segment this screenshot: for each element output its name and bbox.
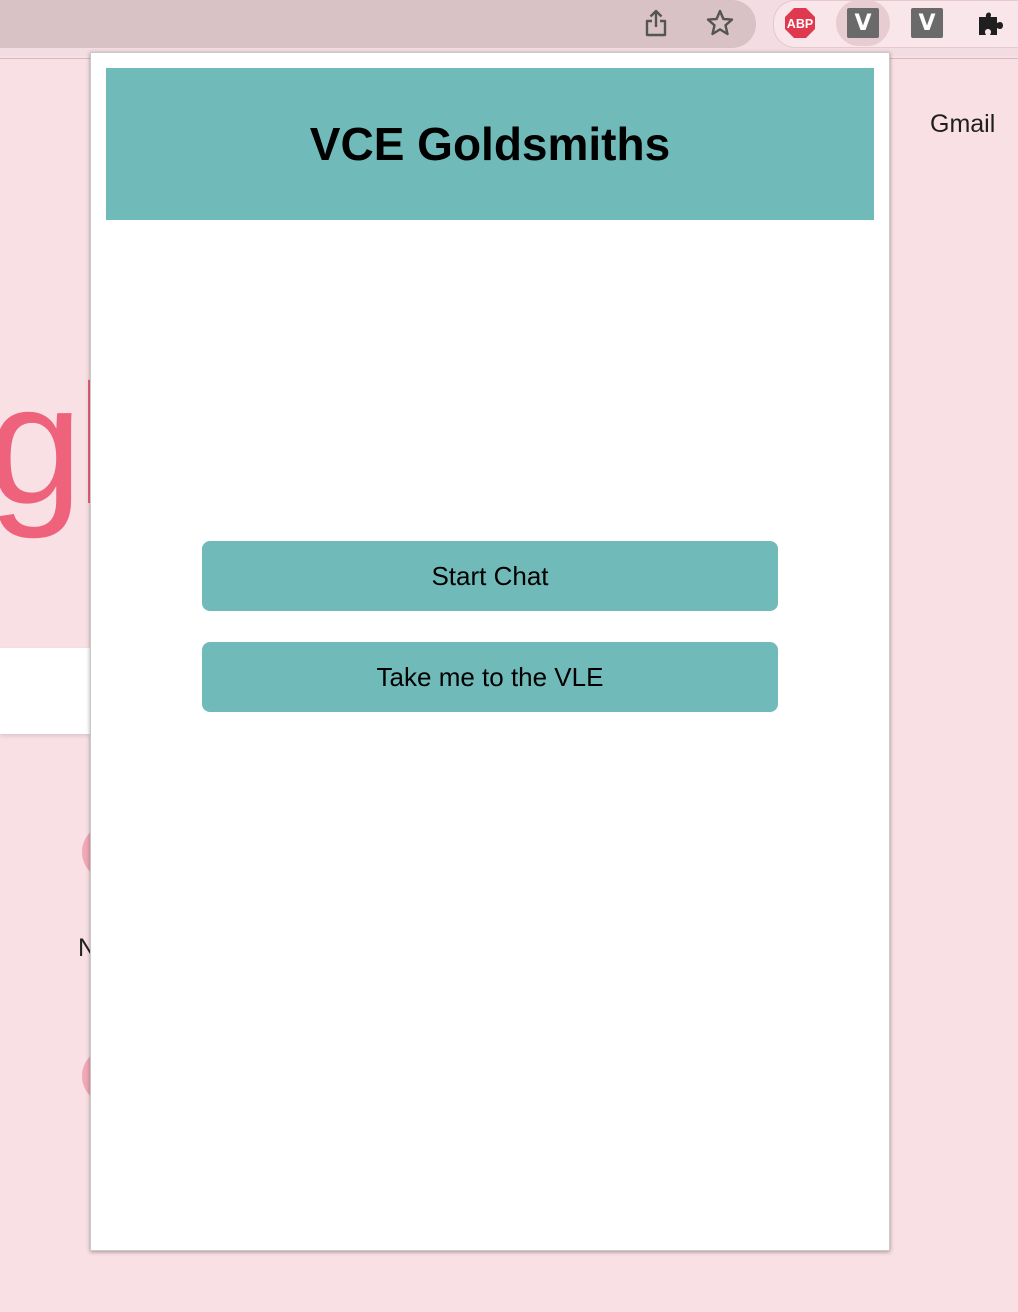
extension-popup: VCE Goldsmiths Start Chat Take me to the… <box>90 52 890 1251</box>
vce-extension-button-2[interactable]: V <box>911 7 943 39</box>
adblock-plus-extension[interactable]: ABP <box>784 7 816 39</box>
start-chat-button[interactable]: Start Chat <box>202 541 778 611</box>
share-icon[interactable] <box>640 7 672 39</box>
vce-extension-button-active[interactable]: V <box>847 7 879 39</box>
browser-toolbar: ABP V V <box>0 0 1018 56</box>
popup-header: VCE Goldsmiths <box>106 68 874 220</box>
popup-title: VCE Goldsmiths <box>309 118 671 170</box>
vle-button[interactable]: Take me to the VLE <box>202 642 778 712</box>
star-icon-glyph <box>706 9 734 36</box>
adblock-plus-icon: ABP <box>785 8 815 38</box>
vce-extension-icon-2: V <box>911 8 943 38</box>
puzzle-icon-glyph <box>979 12 1003 35</box>
bookmark-star-icon[interactable] <box>704 7 736 39</box>
background-search-box[interactable] <box>0 648 90 734</box>
share-icon-glyph <box>645 9 667 37</box>
abp-icon-text: ABP <box>787 17 813 31</box>
gmail-link[interactable]: Gmail <box>930 110 995 139</box>
extensions-puzzle-icon[interactable] <box>975 7 1007 39</box>
vce-extension-icon: V <box>847 8 879 38</box>
